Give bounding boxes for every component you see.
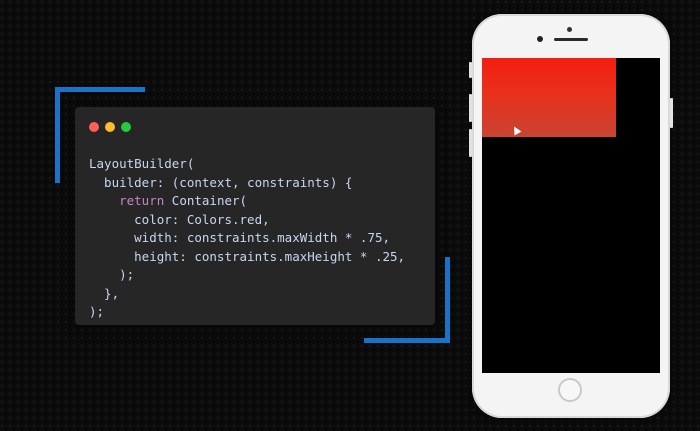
code-line: return Container( xyxy=(89,192,405,211)
earpiece-speaker xyxy=(554,38,588,41)
code-line: ); xyxy=(89,303,405,322)
code-line: width: constraints.maxWidth * .75, xyxy=(89,229,405,248)
code-line: color: Colors.red, xyxy=(89,211,405,230)
code-line: ); xyxy=(89,266,405,285)
maximize-window-icon[interactable] xyxy=(121,122,131,132)
code-line: }, xyxy=(89,285,405,304)
phone-power-button xyxy=(670,98,673,128)
code-token: ); xyxy=(89,267,135,282)
code-token: Container( xyxy=(164,193,248,208)
minimize-window-icon[interactable] xyxy=(105,122,115,132)
close-window-icon[interactable] xyxy=(89,122,99,132)
phone-volume-up-button xyxy=(469,94,472,122)
code-line: builder: (context, constraints) { xyxy=(89,174,405,193)
code-token: ); xyxy=(89,304,105,319)
code-token: LayoutBuilder( xyxy=(89,156,195,171)
code-block: LayoutBuilder( builder: (context, constr… xyxy=(89,155,405,322)
phone-silent-switch xyxy=(469,62,472,78)
window-controls xyxy=(89,122,131,132)
front-camera-icon xyxy=(537,36,543,42)
code-token: color: Colors.red, xyxy=(89,211,270,227)
red-container-preview xyxy=(482,58,616,137)
phone-sensor xyxy=(567,27,572,32)
code-line: LayoutBuilder( xyxy=(89,155,405,174)
code-token: builder: (context, constraints) { xyxy=(89,174,353,190)
phone-mockup xyxy=(469,14,673,418)
home-button[interactable] xyxy=(558,378,582,402)
code-token: width: constraints.maxWidth * .75, xyxy=(89,230,391,245)
code-editor-window: LayoutBuilder( builder: (context, constr… xyxy=(75,107,435,325)
phone-volume-down-button xyxy=(469,129,472,157)
code-token: height: constraints.maxHeight * .25, xyxy=(89,248,406,264)
code-token: }, xyxy=(89,285,120,301)
phone-screen xyxy=(482,58,660,373)
code-keyword: return xyxy=(119,193,165,208)
code-line: height: constraints.maxHeight * .25, xyxy=(89,248,405,267)
